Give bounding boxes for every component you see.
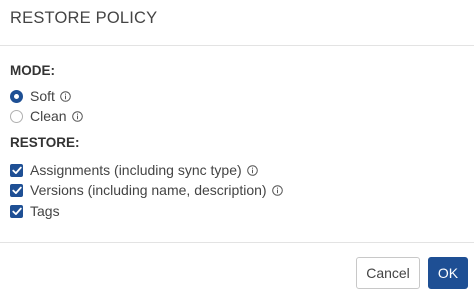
clean-label: Clean (30, 108, 67, 124)
restore-policy-dialog: RESTORE POLICY MODE: Soft Clean RESTORE: (0, 0, 474, 293)
dialog-title: RESTORE POLICY (10, 9, 158, 27)
dialog-footer: Cancel OK (0, 242, 474, 293)
versions-checkbox[interactable] (10, 183, 23, 197)
dialog-header: RESTORE POLICY (0, 0, 474, 46)
restore-label: RESTORE: (10, 135, 80, 150)
soft-radio[interactable] (10, 89, 23, 103)
assignments-checkbox[interactable] (10, 163, 23, 177)
soft-label: Soft (30, 88, 55, 104)
mode-option-clean[interactable]: Clean (10, 107, 83, 125)
info-icon[interactable] (246, 164, 258, 176)
ok-button[interactable]: OK (428, 257, 468, 289)
mode-option-soft[interactable]: Soft (10, 87, 71, 105)
restore-option-tags[interactable]: Tags (10, 202, 60, 220)
cancel-button[interactable]: Cancel (356, 257, 420, 289)
versions-label: Versions (including name, description) (30, 182, 267, 198)
restore-option-assignments[interactable]: Assignments (including sync type) (10, 161, 258, 179)
tags-checkbox[interactable] (10, 204, 23, 218)
restore-option-versions[interactable]: Versions (including name, description) (10, 181, 283, 199)
info-icon[interactable] (271, 184, 283, 196)
info-icon[interactable] (71, 110, 83, 122)
tags-label: Tags (30, 203, 60, 219)
info-icon[interactable] (60, 90, 71, 102)
assignments-label: Assignments (including sync type) (30, 162, 242, 178)
mode-label: MODE: (10, 63, 55, 78)
clean-radio[interactable] (10, 109, 23, 123)
